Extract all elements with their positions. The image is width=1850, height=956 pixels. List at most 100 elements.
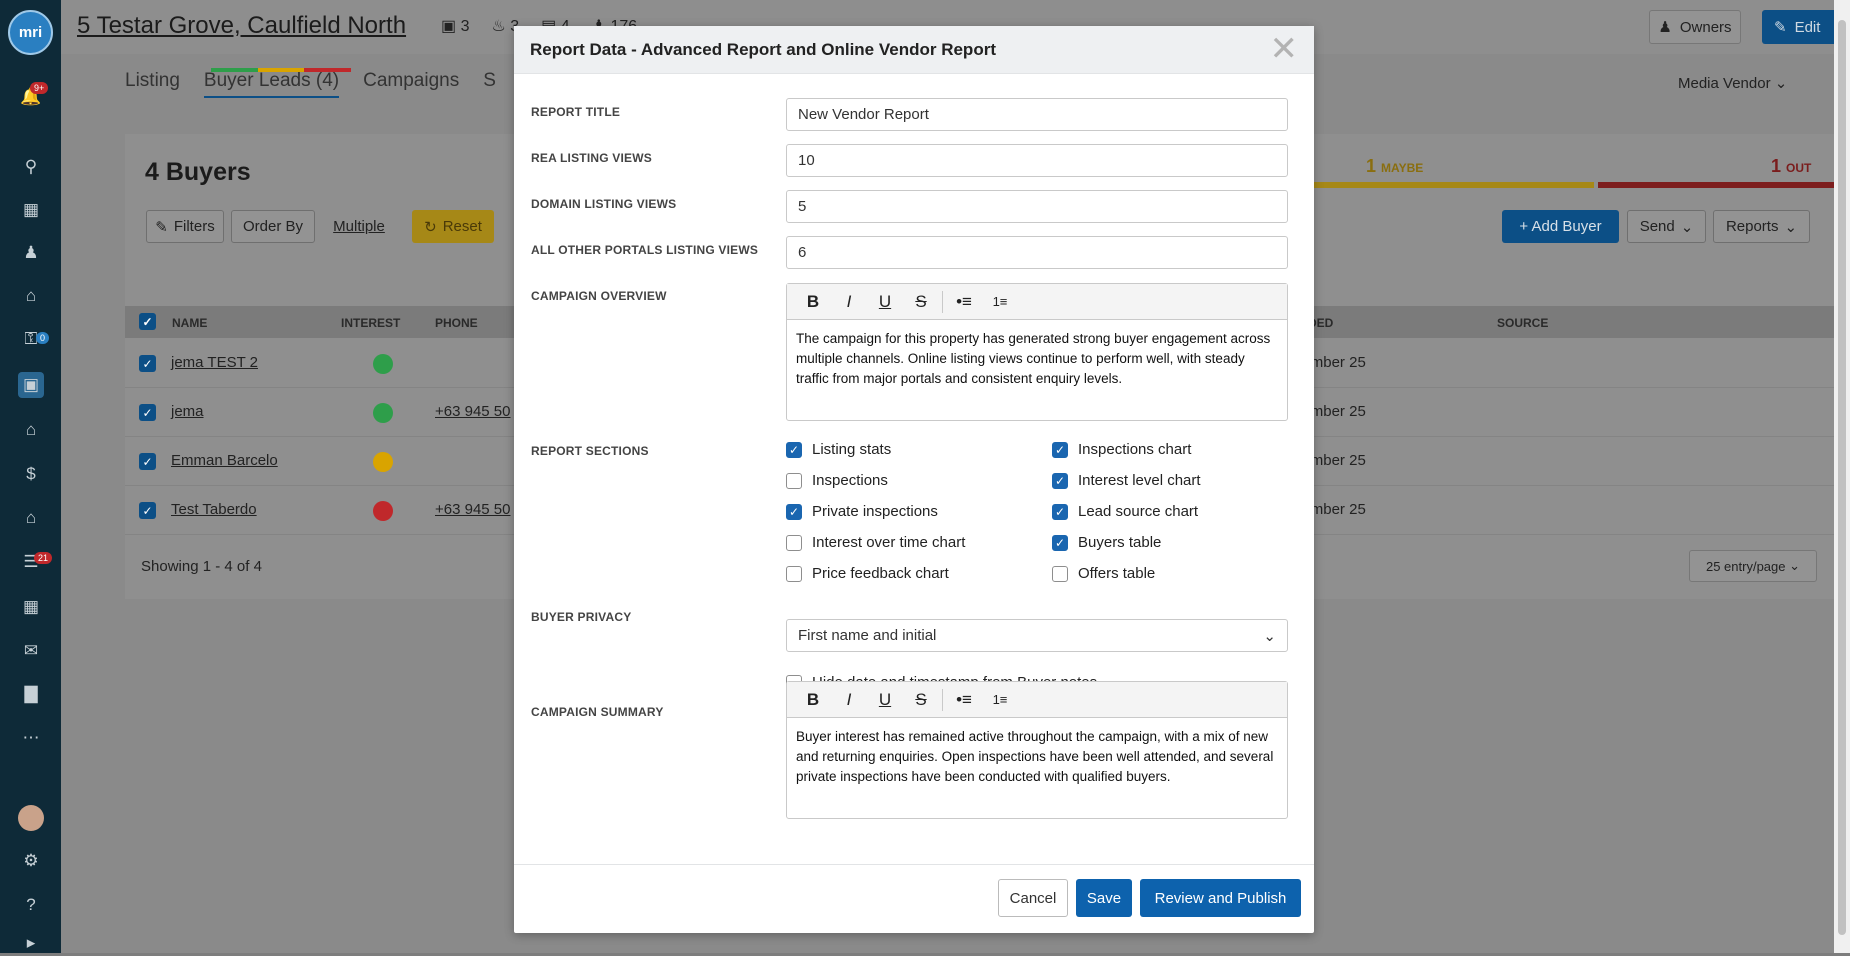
underline-icon[interactable]: U [867,287,903,317]
report-section-option[interactable]: Interest over time chart [786,534,965,551]
property-icon[interactable]: ⌂ [18,417,44,443]
row-checkbox[interactable]: ✓ [139,453,156,470]
strikethrough-icon[interactable]: S [903,685,939,715]
other-portals-input[interactable]: 6 [786,236,1288,269]
italic-icon[interactable]: I [831,685,867,715]
search-icon[interactable]: ⚲ [18,154,44,180]
section-checkbox[interactable] [786,472,802,489]
section-checkbox[interactable]: ✓ [786,503,802,520]
mail-icon[interactable]: ✉ [18,638,44,664]
section-checkbox[interactable]: ✓ [1052,441,1068,458]
bold-icon[interactable]: B [795,287,831,317]
section-checkbox[interactable]: ✓ [786,441,802,458]
listing-icon[interactable]: ▣ [18,372,44,398]
user-avatar[interactable] [18,805,44,831]
tab-campaigns[interactable]: Campaigns [363,70,459,98]
report-section-option[interactable]: ✓ Lead source chart [1052,503,1198,520]
tab-more[interactable]: S [483,70,496,98]
mri-logo[interactable]: mri [8,10,53,55]
buyers-heading: 4 Buyers [145,158,251,186]
chart-icon[interactable]: ▇ [18,681,44,707]
dashboard-icon[interactable]: ▦ [18,197,44,223]
select-all-checkbox[interactable]: ✓ [139,313,156,330]
media-vendor-dropdown[interactable]: Media Vendor ⌄ [1678,74,1787,92]
report-section-option[interactable]: ✓ Listing stats [786,441,891,458]
gear-icon[interactable]: ⚙ [18,848,44,874]
section-checkbox[interactable] [1052,565,1068,582]
calendar-icon[interactable]: ▦ [18,594,44,620]
contacts-icon[interactable]: ♟ [18,240,44,266]
scrollbar-thumb[interactable] [1838,20,1846,935]
bullet-list-icon[interactable]: •≡ [946,685,982,715]
report-section-option[interactable]: Inspections [786,472,888,489]
dollar-icon[interactable]: $ [18,461,44,487]
more-icon[interactable]: ⋯ [18,725,44,751]
buyer-phone[interactable]: +63 945 50 [435,403,511,420]
buyer-name[interactable]: jema TEST 2 [171,354,258,371]
col-source[interactable]: SOURCE [1497,316,1548,330]
italic-icon[interactable]: I [831,287,867,317]
report-section-option[interactable]: ✓ Private inspections [786,503,938,520]
section-checkbox[interactable]: ✓ [1052,534,1068,551]
reports-button[interactable]: Reports ⌄ [1713,210,1810,243]
send-button[interactable]: Send ⌄ [1627,210,1706,243]
row-checkbox[interactable]: ✓ [139,404,156,421]
numbered-list-icon[interactable]: 1≡ [982,685,1018,715]
buyer-name[interactable]: Emman Barcelo [171,452,278,469]
order-by-button[interactable]: Order By [231,210,315,243]
report-section-option[interactable]: Price feedback chart [786,565,949,582]
filters-button[interactable]: ✎ Filters [146,210,224,243]
overview-text[interactable]: The campaign for this property has gener… [787,320,1287,398]
cancel-button[interactable]: Cancel [998,879,1068,917]
report-section-option[interactable]: ✓ Buyers table [1052,534,1161,551]
close-icon[interactable]: ✕ [1270,32,1299,66]
save-button[interactable]: Save [1076,879,1132,917]
report-section-option[interactable]: ✓ Inspections chart [1052,441,1191,458]
modal-footer: Cancel Save Review and Publish [514,864,1314,933]
multiple-button[interactable]: Multiple [326,210,392,243]
bullet-list-icon[interactable]: •≡ [946,287,982,317]
section-checkbox[interactable]: ✓ [1052,472,1068,489]
tab-listing[interactable]: Listing [125,70,180,98]
rea-views-input[interactable]: 10 [786,144,1288,177]
summary-text[interactable]: Buyer interest has remained active throu… [787,718,1287,796]
col-interest[interactable]: INTEREST [341,316,400,330]
section-checkbox[interactable]: ✓ [1052,503,1068,520]
report-section-option[interactable]: Offers table [1052,565,1155,582]
report-title-input[interactable]: New Vendor Report [786,98,1288,131]
domain-views-input[interactable]: 5 [786,190,1288,223]
house-icon[interactable]: ⌂ [18,505,44,531]
underline-icon[interactable]: U [867,685,903,715]
per-page-select[interactable]: 25 entry/page ⌄ [1689,550,1817,582]
owners-button[interactable]: ♟ Owners [1649,10,1741,44]
property-address[interactable]: 5 Testar Grove, Caulfield North [77,12,406,40]
col-name[interactable]: NAME [172,316,207,330]
section-label: Price feedback chart [812,565,949,582]
home-icon[interactable]: ⌂ [18,283,44,309]
report-section-option[interactable]: ✓ Interest level chart [1052,472,1201,489]
buyer-name[interactable]: jema [171,403,204,420]
review-publish-button[interactable]: Review and Publish [1140,879,1301,917]
buyer-phone[interactable]: +63 945 50 [435,501,511,518]
page-scrollbar[interactable] [1834,0,1850,953]
maybe-bar [1313,182,1594,188]
add-buyer-button[interactable]: + Add Buyer [1502,210,1619,243]
campaign-summary-label: CAMPAIGN SUMMARY [531,705,664,719]
megaphone-icon[interactable]: ▸ [18,930,44,956]
row-checkbox[interactable]: ✓ [139,502,156,519]
maybe-stat: 1 MAYBE [1366,156,1424,176]
row-checkbox[interactable]: ✓ [139,355,156,372]
numbered-list-icon[interactable]: 1≡ [982,287,1018,317]
reset-button[interactable]: ↻ Reset [412,210,494,243]
buyer-privacy-select[interactable]: First name and initial ⌄ [786,619,1288,652]
other-portals-label: ALL OTHER PORTALS LISTING VIEWS [531,243,759,257]
col-phone[interactable]: PHONE [435,316,478,330]
bold-icon[interactable]: B [795,685,831,715]
section-checkbox[interactable] [786,534,802,551]
strikethrough-icon[interactable]: S [903,287,939,317]
help-icon[interactable]: ? [18,892,44,918]
tab-buyer-leads[interactable]: Buyer Leads (4) [203,70,340,98]
buyer-name[interactable]: Test Taberdo [171,501,257,518]
section-checkbox[interactable] [786,565,802,582]
campaign-summary-editor: B I U S •≡ 1≡ Buyer interest has remaine… [786,681,1288,819]
